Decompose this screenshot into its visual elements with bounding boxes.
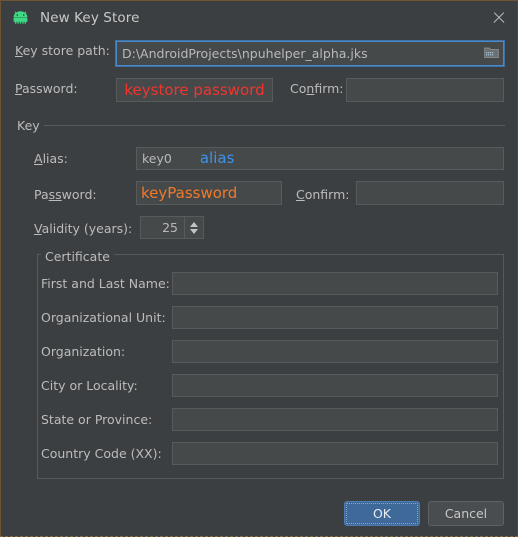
certificate-state-or-province-label-wrap: State or Province: bbox=[41, 412, 152, 427]
validity-stepper[interactable]: 25 bbox=[140, 216, 204, 239]
key-confirm-input[interactable] bbox=[356, 181, 504, 205]
ok-button[interactable]: OK bbox=[344, 501, 420, 526]
certificate-organization-input[interactable] bbox=[172, 340, 498, 363]
certificate-country-code-label: Country Code (XX): bbox=[41, 446, 162, 461]
ok-button-label: OK bbox=[373, 506, 391, 521]
certificate-state-or-province-input[interactable] bbox=[172, 408, 498, 431]
key-store-path-input[interactable]: D:\AndroidProjects\npuhelper_alpha.jks bbox=[116, 41, 504, 66]
close-icon[interactable] bbox=[490, 9, 508, 27]
key-store-path-label-wrap: Key store path: bbox=[15, 43, 110, 58]
folder-browse-icon[interactable] bbox=[484, 46, 499, 59]
key-group-separator bbox=[44, 125, 505, 126]
key-confirm-label-wrap: Confirm: bbox=[296, 187, 350, 202]
keystore-password-label: Password: bbox=[15, 81, 78, 96]
alias-value: key0 bbox=[142, 151, 172, 166]
validity-stepper-buttons[interactable] bbox=[184, 217, 203, 238]
title-bar: New Key Store bbox=[1, 1, 517, 34]
certificate-country-code-input[interactable] bbox=[172, 442, 498, 465]
certificate-organization-label-wrap: Organization: bbox=[41, 344, 125, 359]
certificate-group-title: Certificate bbox=[41, 249, 114, 264]
keystore-password-annotation: keystore password bbox=[124, 83, 264, 98]
certificate-first-and-last-name-input[interactable] bbox=[172, 272, 498, 295]
certificate-organizational-unit-label-wrap: Organizational Unit: bbox=[41, 310, 166, 325]
cancel-button[interactable]: Cancel bbox=[428, 501, 504, 526]
keystore-confirm-input[interactable] bbox=[346, 78, 504, 102]
chevron-down-icon[interactable] bbox=[190, 229, 198, 234]
certificate-first-and-last-name-label-wrap: First and Last Name: bbox=[41, 276, 170, 291]
certificate-organizational-unit-label: Organizational Unit: bbox=[41, 310, 166, 325]
certificate-city-or-locality-label-wrap: City or Locality: bbox=[41, 378, 138, 393]
validity-label-wrap: Validity (years): bbox=[34, 221, 132, 236]
alias-input[interactable]: key0 alias bbox=[136, 147, 504, 170]
certificate-organization-label: Organization: bbox=[41, 344, 125, 359]
key-password-annotation: keyPassword bbox=[141, 186, 237, 201]
android-robot-icon bbox=[12, 11, 29, 24]
key-store-path-label: Key store path: bbox=[15, 43, 110, 58]
certificate-first-and-last-name-label: First and Last Name: bbox=[41, 276, 170, 291]
cancel-button-label: Cancel bbox=[445, 506, 487, 521]
window-title: New Key Store bbox=[40, 10, 140, 26]
key-password-label-wrap: Password: bbox=[34, 187, 97, 202]
alias-annotation: alias bbox=[200, 151, 235, 166]
certificate-city-or-locality-input[interactable] bbox=[172, 374, 498, 397]
keystore-password-input[interactable]: keystore password bbox=[116, 78, 273, 102]
certificate-country-code-label-wrap: Country Code (XX): bbox=[41, 446, 162, 461]
keystore-confirm-label: Confirm: bbox=[290, 81, 344, 96]
validity-label: Validity (years): bbox=[34, 221, 132, 236]
keystore-confirm-label-wrap: Confirm: bbox=[290, 81, 344, 96]
key-password-input[interactable]: keyPassword bbox=[136, 181, 282, 205]
validity-value: 25 bbox=[141, 220, 184, 235]
certificate-city-or-locality-label: City or Locality: bbox=[41, 378, 138, 393]
certificate-state-or-province-label: State or Province: bbox=[41, 412, 152, 427]
alias-label: Alias: bbox=[34, 151, 68, 166]
certificate-organizational-unit-input[interactable] bbox=[172, 306, 498, 329]
keystore-password-label-wrap: Password: bbox=[15, 81, 78, 96]
key-password-label: Password: bbox=[34, 187, 97, 202]
key-group-title: Key bbox=[13, 118, 44, 133]
key-store-path-value: D:\AndroidProjects\npuhelper_alpha.jks bbox=[122, 46, 368, 61]
new-key-store-dialog: New Key Store Key store path: D:\Android… bbox=[0, 0, 518, 537]
key-confirm-label: Confirm: bbox=[296, 187, 350, 202]
chevron-up-icon[interactable] bbox=[190, 222, 198, 227]
alias-label-wrap: Alias: bbox=[34, 151, 68, 166]
